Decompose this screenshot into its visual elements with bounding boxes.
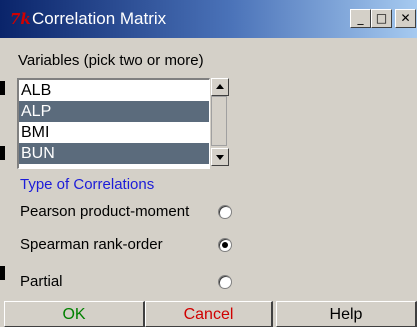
radio-pearson-label: Pearson product-moment	[20, 203, 190, 220]
radio-partial-label: Partial	[20, 273, 63, 290]
minimize-button[interactable]: _	[350, 9, 371, 28]
radio-pearson[interactable]: Pearson product-moment	[20, 203, 260, 225]
radio-spearman-button[interactable]	[218, 238, 232, 252]
left-edge-mark	[0, 81, 5, 95]
list-item-bmi[interactable]: BMI	[19, 122, 209, 143]
scroll-down-button[interactable]	[211, 148, 229, 166]
radio-pearson-button[interactable]	[218, 205, 232, 219]
window-title: Correlation Matrix	[32, 9, 167, 28]
list-item-bun[interactable]: BUN	[19, 143, 209, 164]
left-edge-mark	[0, 266, 5, 280]
ok-button[interactable]: OK	[4, 301, 145, 327]
up-arrow-icon	[216, 84, 224, 89]
left-edge-mark	[0, 146, 5, 160]
radio-spearman-label: Spearman rank-order	[20, 236, 163, 253]
list-item-alp[interactable]: ALP	[19, 101, 209, 122]
correlation-type-label: Type of Correlations	[20, 176, 155, 193]
radio-partial-button[interactable]	[218, 275, 232, 289]
tk-app-icon: 7k	[10, 10, 31, 28]
correlation-matrix-dialog: 7k Correlation Matrix _ □ ✕ Variables (p…	[0, 0, 417, 327]
radio-partial[interactable]: Partial	[20, 273, 260, 295]
help-button[interactable]: Help	[276, 301, 417, 327]
radio-spearman[interactable]: Spearman rank-order	[20, 236, 260, 258]
list-item-alb[interactable]: ALB	[19, 80, 209, 101]
down-arrow-icon	[216, 155, 224, 160]
variables-label: Variables (pick two or more)	[18, 52, 204, 69]
cancel-button[interactable]: Cancel	[145, 301, 273, 327]
scroll-thumb[interactable]	[211, 96, 227, 146]
scroll-up-button[interactable]	[211, 78, 229, 96]
title-bar[interactable]: 7k Correlation Matrix _ □ ✕	[0, 0, 417, 38]
variables-listbox[interactable]: ALB ALP BMI BUN	[17, 78, 210, 169]
variables-scrollbar[interactable]	[211, 78, 229, 166]
close-button[interactable]: ✕	[395, 9, 416, 28]
maximize-button[interactable]: □	[371, 9, 392, 28]
radio-selected-dot-icon	[222, 242, 228, 248]
